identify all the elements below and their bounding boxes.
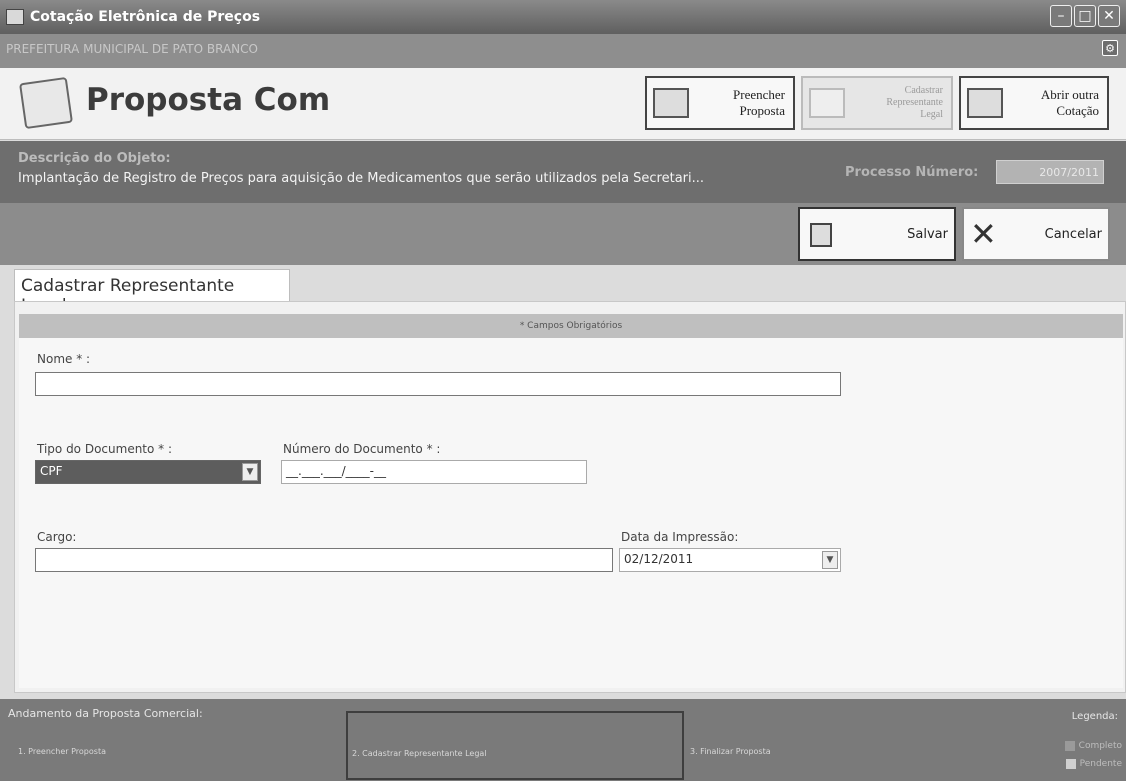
step-preencher-proposta: 1. Preencher Proposta <box>18 747 106 756</box>
nome-label: Nome * : <box>37 352 91 366</box>
minimize-button[interactable]: – <box>1050 5 1072 27</box>
save-label: Salvar <box>907 226 948 242</box>
legend-completo-label: Completo <box>1078 741 1122 751</box>
progress-panel: Andamento da Proposta Comercial: 1. Pree… <box>0 699 1126 781</box>
cancel-label: Cancelar <box>1044 226 1102 242</box>
completo-swatch <box>1064 741 1075 751</box>
legend-title: Legenda: <box>1071 711 1118 722</box>
tab-cadastrar-representante[interactable]: Cadastrar Representante Legal <box>14 269 290 316</box>
calendar-dropdown-icon[interactable]: ▼ <box>822 551 838 569</box>
data-impressao-label: Data da Impressão: <box>621 530 739 544</box>
required-fields-note: * Campos Obrigatórios <box>19 314 1123 338</box>
process-number-label: Processo Número: <box>845 165 979 180</box>
legend-pendente: Pendente <box>1065 759 1122 769</box>
tipo-documento-label: Tipo do Documento * : <box>37 442 173 456</box>
preencher-proposta-button[interactable]: Preencher Proposta <box>645 76 795 130</box>
title-bar: Cotação Eletrônica de Preços – □ ✕ <box>0 0 1126 34</box>
action-bar: Salvar ✕ Cancelar <box>0 203 1126 265</box>
preencher-proposta-label: Preencher Proposta <box>733 87 785 118</box>
cargo-label: Cargo: <box>37 530 77 544</box>
app-icon <box>6 9 24 25</box>
organization-bar: PREFEITURA MUNICIPAL DE PATO BRANCO ⚙ <box>0 34 1126 68</box>
step-finalizar-proposta: 3. Finalizar Proposta <box>690 747 771 756</box>
tipo-documento-select[interactable]: CPF ▼ <box>35 460 261 484</box>
cancel-button[interactable]: ✕ Cancelar <box>962 207 1110 261</box>
pendente-swatch <box>1065 759 1076 769</box>
abrir-outra-cotacao-button[interactable]: Abrir outra Cotação <box>959 76 1109 130</box>
cargo-field[interactable] <box>35 548 613 572</box>
app-window: { "window": { "title": "Cotação Eletrôni… <box>0 0 1126 781</box>
legend-completo: Completo <box>1064 741 1122 751</box>
numero-documento-field[interactable]: __.___.___/____-__ <box>281 460 587 484</box>
process-number-field: 2007/2011 <box>996 160 1104 184</box>
cadastrar-representante-button[interactable]: Cadastrar Representante Legal <box>801 76 953 130</box>
object-description-label: Descrição do Objeto: <box>18 151 171 166</box>
window-title: Cotação Eletrônica de Preços <box>30 9 261 25</box>
window-controls: – □ ✕ <box>1050 5 1120 27</box>
close-icon: ✕ <box>970 215 997 253</box>
tipo-documento-value: CPF <box>40 464 63 478</box>
form-panel: * Campos Obrigatórios Nome * : Tipo do D… <box>14 301 1126 693</box>
save-button[interactable]: Salvar <box>798 207 956 261</box>
form-body: Nome * : Tipo do Documento * : CPF ▼ Núm… <box>19 338 1123 688</box>
maximize-button[interactable]: □ <box>1074 5 1096 27</box>
representative-icon <box>809 88 845 118</box>
page-title: Proposta Com <box>86 82 331 118</box>
data-impressao-picker[interactable]: 02/12/2011 ▼ <box>619 548 841 572</box>
chevron-down-icon[interactable]: ▼ <box>242 463 258 481</box>
document-form-icon <box>653 88 689 118</box>
organization-name: PREFEITURA MUNICIPAL DE PATO BRANCO <box>6 42 258 56</box>
data-impressao-value: 02/12/2011 <box>624 552 694 566</box>
settings-icon[interactable]: ⚙ <box>1102 40 1118 56</box>
step-cadastrar-representante: 2. Cadastrar Representante Legal <box>346 711 684 780</box>
folder-icon <box>967 88 1003 118</box>
page-header: Proposta Com Preencher Proposta Cadastra… <box>0 68 1126 140</box>
object-description-text: Implantação de Registro de Preços para a… <box>18 171 705 186</box>
document-icon <box>19 76 73 130</box>
numero-documento-label: Número do Documento * : <box>283 442 441 456</box>
progress-title: Andamento da Proposta Comercial: <box>8 707 203 720</box>
abrir-outra-cotacao-label: Abrir outra Cotação <box>1040 87 1099 118</box>
floppy-disk-icon <box>810 223 832 247</box>
nome-field[interactable] <box>35 372 841 396</box>
close-button[interactable]: ✕ <box>1098 5 1120 27</box>
cadastrar-representante-label: Cadastrar Representante Legal <box>886 85 943 120</box>
legend-pendente-label: Pendente <box>1079 759 1122 769</box>
object-description-band: Descrição do Objeto: Implantação de Regi… <box>0 141 1126 203</box>
